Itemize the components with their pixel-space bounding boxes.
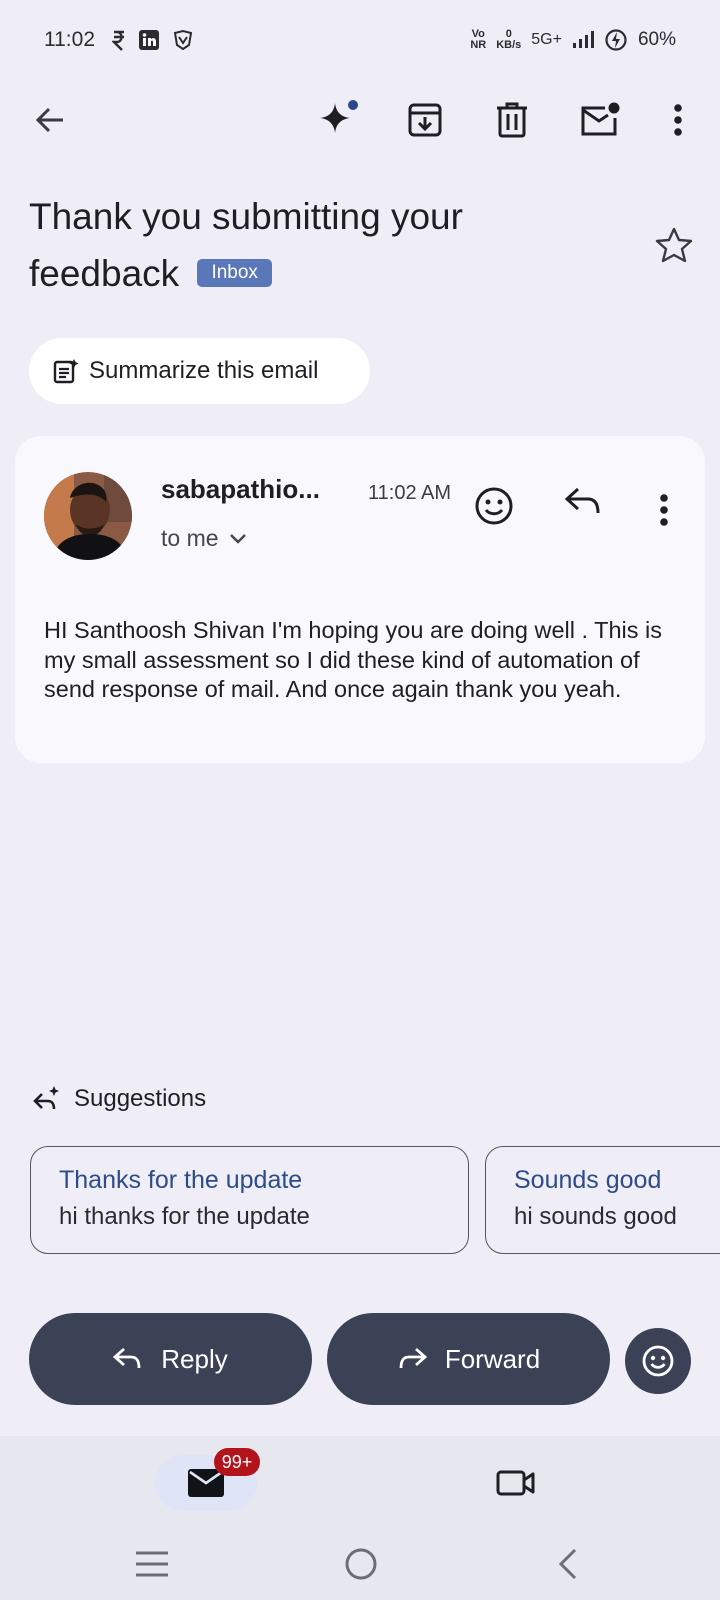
more-vert-icon [673,103,683,137]
archive-button[interactable] [397,92,453,148]
forward-icon [397,1347,427,1371]
smart-reply-icon [32,1085,62,1113]
reply-label: Reply [161,1343,228,1374]
archive-icon [407,102,443,138]
card-reply-button[interactable] [564,486,612,534]
chevron-down-icon [229,533,247,545]
star-icon [654,226,698,266]
unread-count-badge: 99+ [214,1448,260,1476]
network-type: 5G+ [531,31,562,48]
menu-lines-icon [135,1551,169,1577]
suggestions-label: Suggestions [74,1085,207,1112]
summarize-label: Summarize this email [89,357,319,384]
more-vert-icon [640,493,688,527]
inbox-label-chip[interactable]: Inbox [197,259,272,287]
suggestion-title: Sounds good [514,1166,662,1194]
react-emoji-button[interactable] [625,1328,691,1394]
chevron-left-icon [558,1548,578,1580]
nav-meet-tab[interactable] [488,1455,544,1511]
reply-icon [564,486,612,516]
message-more-button[interactable] [640,486,688,534]
suggestions-heading: Suggestions [32,1085,206,1113]
status-bar: 11:02 Vo NR 0 KB/s 5G+ 60% [0,0,720,80]
forward-button[interactable]: Forward [327,1313,610,1405]
delete-button[interactable] [484,92,540,148]
recipient-toggle[interactable]: to me [161,525,247,552]
status-time: 11:02 [44,28,95,51]
recipient-label: to me [161,525,219,551]
sender-avatar[interactable] [44,472,132,560]
arrow-left-icon [33,103,67,137]
volte-indicator: Vo NR [470,28,487,51]
add-reaction-button[interactable] [474,486,522,534]
suggestion-text: hi thanks for the update [59,1203,310,1230]
system-back-button[interactable] [540,1536,596,1592]
system-indicators: Vo NR 0 KB/s 5G+ 60% [470,28,676,52]
gemini-button[interactable] [310,92,366,148]
mark-unread-button[interactable] [572,92,628,148]
back-button[interactable] [22,92,78,148]
notification-icons [112,29,194,51]
star-button[interactable] [654,226,698,270]
rupee-icon [112,29,126,51]
summary-sparkle-icon [53,358,79,384]
emoji-icon [474,486,522,526]
suggestion-card[interactable]: Thanks for the update hi thanks for the … [30,1146,469,1254]
recent-apps-button[interactable] [124,1536,180,1592]
mail-unread-icon [579,102,621,138]
net-speed-indicator: 0 KB/s [496,28,522,51]
battery-charging-icon [604,28,628,52]
forward-label: Forward [444,1343,541,1374]
more-options-button[interactable] [650,92,706,148]
reply-button[interactable]: Reply [29,1313,312,1405]
reply-icon [113,1347,143,1371]
suggestion-title: Thanks for the update [59,1166,303,1194]
message-body: HI Santhoosh Shivan I'm hoping you are d… [44,617,663,702]
battery-percent: 60% [637,29,676,50]
suggestion-text: hi sounds good [514,1203,677,1230]
home-button[interactable] [333,1536,389,1592]
linkedin-icon [138,29,160,51]
emoji-icon [641,1344,675,1378]
trash-icon [495,102,529,138]
signal-icon [572,30,594,50]
message-time: 11:02 AM [368,482,452,504]
sender-name[interactable]: sabapathio... [161,474,320,505]
sparkle-icon [313,95,363,145]
suggestion-card[interactable]: Sounds good hi sounds good [485,1146,720,1254]
circle-home-icon [344,1547,378,1581]
vpn-shield-icon [172,29,194,51]
summarize-email-button[interactable]: Summarize this email [29,338,370,404]
email-subject: Thank you submitting your feedback Inbox [29,188,589,302]
video-camera-icon [496,1468,536,1498]
